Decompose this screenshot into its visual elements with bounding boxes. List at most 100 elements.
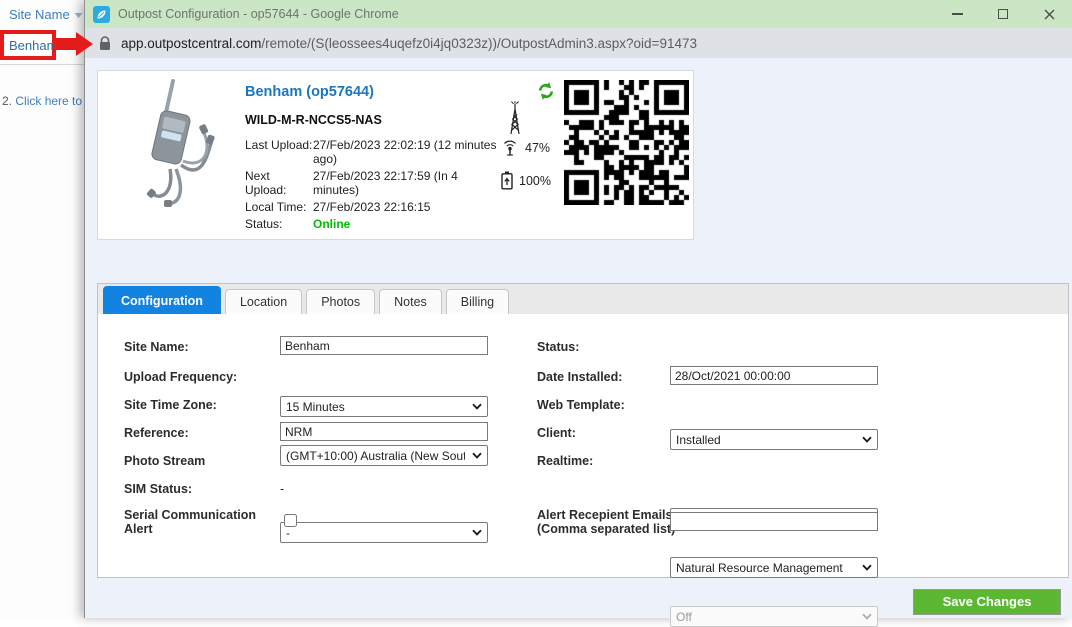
upload-frequency-label: Upload Frequency: (124, 370, 280, 384)
antenna-tower-icon (504, 100, 526, 141)
site-name-label: Site Name: (124, 340, 280, 354)
site-name-column-label: Site Name (9, 7, 70, 22)
upload-frequency-value: 15 Minutes (281, 400, 465, 414)
chevron-down-icon (472, 529, 482, 536)
battery-icon (501, 171, 513, 190)
status-field-label: Status: (537, 340, 677, 354)
annotation-highlight-box: Benham (0, 30, 56, 60)
alert-recipient-emails-input[interactable] (670, 512, 878, 531)
address-bar[interactable]: app.outpostcentral.com/remote/(S(leossee… (85, 28, 1072, 58)
row-number: 2. (2, 94, 12, 108)
client-value: Natural Resource Management (671, 561, 855, 575)
site-name-input[interactable] (280, 336, 488, 355)
lock-icon (99, 36, 111, 51)
configuration-panel: Configuration Location Photos Notes Bill… (97, 283, 1069, 578)
alert-recipient-emails-field (670, 512, 878, 531)
chevron-down-icon (862, 613, 872, 620)
status-label: Status: (245, 217, 313, 231)
save-changes-button[interactable]: Save Changes (913, 589, 1061, 615)
close-button[interactable] (1026, 0, 1072, 28)
realtime-value: Off (671, 610, 855, 624)
reference-label: Reference: (124, 426, 280, 440)
tab-photos[interactable]: Photos (306, 289, 375, 314)
web-template-label: Web Template: (537, 398, 677, 412)
chevron-down-icon (862, 564, 872, 571)
click-here-link[interactable]: Click here to sl (15, 94, 94, 108)
upload-frequency-select[interactable]: 15 Minutes (280, 396, 488, 417)
next-upload-label: Next Upload: (245, 169, 313, 197)
reference-input[interactable] (280, 422, 488, 441)
sidebar-divider (0, 64, 84, 65)
maximize-icon (998, 9, 1008, 19)
refresh-icon[interactable] (536, 81, 556, 106)
url-path: /remote/(S(leossees4uqefz0i4jq0323z))/Ou… (261, 36, 697, 51)
device-photo (118, 77, 243, 222)
tab-notes[interactable]: Notes (379, 289, 442, 314)
site-time-zone-select[interactable]: (GMT+10:00) Australia (New South Wales) (280, 445, 488, 466)
url-host: app.outpostcentral.com (121, 36, 261, 51)
window-controls (934, 0, 1072, 28)
date-installed-field (670, 366, 878, 385)
battery-percent: 100% (519, 174, 551, 188)
local-time-label: Local Time: (245, 200, 313, 214)
sim-status-label: SIM Status: (124, 482, 280, 496)
chevron-down-icon (862, 436, 872, 443)
window-titlebar: Outpost Configuration - op57644 - Google… (85, 0, 1072, 28)
tab-location[interactable]: Location (225, 289, 302, 314)
list-item: 2. Click here to sl (2, 94, 94, 108)
date-installed-label: Date Installed: (537, 370, 677, 384)
site-time-zone-value: (GMT+10:00) Australia (New South Wales) (281, 449, 465, 463)
realtime-label: Realtime: (537, 454, 677, 468)
date-installed-input[interactable] (670, 366, 878, 385)
next-upload-value: 27/Feb/2023 22:17:59 (In 4 minutes) (313, 169, 507, 197)
maximize-button[interactable] (980, 0, 1026, 28)
site-time-zone-label: Site Time Zone: (124, 398, 280, 412)
battery-level: 100% (501, 171, 551, 190)
signal-percent: 47% (525, 141, 550, 155)
status-online-value: Online (313, 217, 507, 231)
chevron-down-icon (472, 452, 482, 459)
tab-strip: Configuration Location Photos Notes Bill… (98, 284, 1068, 314)
sort-icon (74, 7, 83, 22)
last-upload-label: Last Upload: (245, 138, 313, 166)
window-title: Outpost Configuration - op57644 - Google… (118, 7, 399, 21)
page-content: Benham (op57644) WILD-M-R-NCCS5-NAS Last… (85, 58, 1072, 618)
serial-communication-alert-label: Serial Communication Alert (124, 508, 280, 536)
client-select[interactable]: Natural Resource Management (670, 557, 878, 578)
status-select[interactable]: Installed (670, 429, 878, 450)
realtime-select-disabled: Off (670, 606, 878, 627)
status-row: Status: Online (245, 217, 507, 231)
device-info: Benham (op57644) WILD-M-R-NCCS5-NAS Last… (245, 84, 507, 234)
minimize-icon (952, 13, 963, 15)
tab-billing[interactable]: Billing (446, 289, 509, 314)
annotation-arrow (56, 38, 76, 50)
tab-configuration[interactable]: Configuration (103, 286, 221, 314)
chevron-down-icon (472, 403, 482, 410)
signal-strength: 47% (501, 139, 550, 156)
site-name-column-header[interactable]: Site Name (9, 7, 83, 22)
outpost-leaf-icon (93, 6, 110, 23)
photo-stream-select[interactable]: - (280, 522, 488, 543)
client-label: Client: (537, 426, 677, 440)
device-status-rows: Last Upload: 27/Feb/2023 22:02:19 (12 mi… (245, 138, 507, 231)
chrome-popup-window: Outpost Configuration - op57644 - Google… (84, 0, 1072, 618)
device-model: WILD-M-R-NCCS5-NAS (245, 113, 507, 127)
close-icon (1044, 9, 1055, 20)
site-link-benham[interactable]: Benham (9, 38, 57, 53)
minimize-button[interactable] (934, 0, 980, 28)
device-summary-card: Benham (op57644) WILD-M-R-NCCS5-NAS Last… (97, 70, 694, 240)
photo-stream-label: Photo Stream (124, 454, 280, 468)
local-time-value: 27/Feb/2023 22:16:15 (313, 200, 507, 214)
serial-communication-alert-checkbox[interactable] (284, 514, 297, 527)
signal-icon (501, 139, 519, 156)
reference-field (280, 422, 488, 441)
page-url: app.outpostcentral.com/remote/(S(leossee… (121, 36, 697, 51)
last-upload-value: 27/Feb/2023 22:02:19 (12 minutes ago) (313, 138, 507, 166)
annotation-arrow-head (76, 32, 93, 56)
last-upload-row: Last Upload: 27/Feb/2023 22:02:19 (12 mi… (245, 138, 507, 166)
local-time-row: Local Time: 27/Feb/2023 22:16:15 (245, 200, 507, 214)
photo-stream-value: - (281, 526, 465, 540)
site-name-field (280, 336, 488, 355)
next-upload-row: Next Upload: 27/Feb/2023 22:17:59 (In 4 … (245, 169, 507, 197)
status-select-value: Installed (671, 433, 855, 447)
